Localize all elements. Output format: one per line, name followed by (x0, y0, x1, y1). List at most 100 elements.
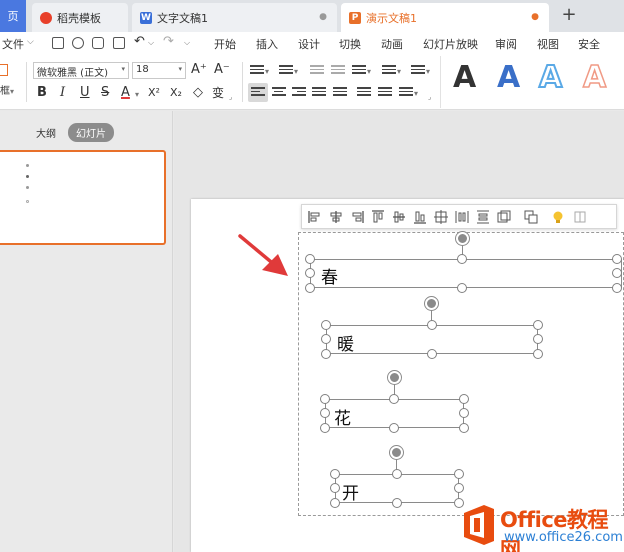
print-icon[interactable] (92, 37, 104, 49)
fit-width-icon[interactable] (497, 210, 511, 224)
wordart-style-4[interactable]: A (582, 59, 607, 96)
text-direction-icon[interactable] (382, 65, 396, 77)
align-right-objects-icon[interactable] (350, 210, 364, 224)
text-box-icon[interactable] (0, 64, 8, 76)
text-direction-dropdown-icon[interactable]: ▾ (397, 64, 401, 80)
align-center-icon[interactable] (272, 87, 286, 99)
save-icon[interactable] (52, 37, 64, 49)
distribute-vertical-icon[interactable] (455, 210, 469, 224)
resize-handle[interactable] (320, 408, 330, 418)
resize-handle[interactable] (320, 394, 330, 404)
tab-docer-templates[interactable]: 稻壳模板 (32, 3, 128, 32)
decrease-indent-icon[interactable] (310, 65, 324, 77)
tab-home[interactable]: 页 (0, 0, 26, 32)
print-preview-icon[interactable] (113, 37, 125, 49)
align-text-dropdown-icon[interactable]: ▾ (426, 64, 430, 80)
align-top-objects-icon[interactable] (371, 210, 385, 224)
menu-transition[interactable]: 切换 (339, 36, 361, 52)
italic-button[interactable]: I (60, 85, 65, 101)
resize-handle[interactable] (459, 423, 469, 433)
bullet-dropdown-icon[interactable]: ▾ (265, 64, 269, 80)
underline-button[interactable]: U (80, 85, 90, 101)
resize-handle[interactable] (330, 469, 340, 479)
grow-font-button[interactable]: A⁺ (191, 62, 207, 78)
font-name-select[interactable]: 微软雅黑 (正文) ▾ (33, 62, 129, 79)
align-left-objects-icon[interactable] (308, 210, 322, 224)
undo-dropdown-icon[interactable]: ⌵ (148, 38, 154, 48)
align-center-objects-icon[interactable] (329, 210, 343, 224)
text-box-label[interactable]: 框 (0, 84, 10, 100)
text-box-dropdown-icon[interactable]: ▾ (10, 84, 14, 100)
resize-handle[interactable] (389, 394, 399, 404)
subscript-button[interactable]: X₂ (170, 85, 182, 101)
resize-handle[interactable] (533, 334, 543, 344)
resize-handle[interactable] (533, 349, 543, 359)
align-text-icon[interactable] (411, 65, 425, 77)
rotate-handle-icon[interactable] (425, 297, 438, 310)
wordart-style-3[interactable]: A (538, 59, 563, 96)
resize-handle[interactable] (459, 394, 469, 404)
font-dialog-launcher-icon[interactable]: ⌟ (229, 89, 232, 105)
columns-icon[interactable] (352, 65, 366, 77)
menu-home[interactable]: 开始 (214, 36, 236, 52)
text-align-vertical-dropdown-icon[interactable]: ▾ (414, 86, 418, 102)
resize-handle[interactable] (457, 254, 467, 264)
numbered-list-icon[interactable] (279, 65, 293, 77)
resize-handle[interactable] (321, 320, 331, 330)
bullet-list-icon[interactable] (250, 65, 264, 77)
wordart-style-1[interactable]: A (453, 60, 476, 95)
resize-handle[interactable] (427, 320, 437, 330)
text-box-spring-text[interactable]: 春 (321, 263, 338, 288)
menu-design[interactable]: 设计 (298, 36, 320, 52)
rotate-handle-icon[interactable] (456, 232, 469, 245)
justify-icon[interactable] (312, 87, 326, 99)
menu-review[interactable]: 审阅 (495, 36, 517, 52)
paragraph-dialog-launcher-icon[interactable]: ⌟ (428, 89, 431, 105)
menu-insert[interactable]: 插入 (256, 36, 278, 52)
tab-presentation[interactable]: P 演示文稿1 ● (341, 3, 549, 32)
resize-handle[interactable] (320, 423, 330, 433)
quick-access-dropdown-icon[interactable]: ⌵ (184, 38, 190, 48)
menu-view[interactable]: 视图 (537, 36, 559, 52)
text-align-vertical-icon[interactable] (399, 87, 413, 99)
phonetic-guide-button[interactable]: 变 (212, 85, 224, 101)
resize-handle[interactable] (321, 334, 331, 344)
more-options-icon[interactable] (573, 210, 587, 224)
strikethrough-button[interactable]: S (101, 85, 109, 101)
tab-writer-doc-close-icon[interactable]: ● (319, 12, 327, 22)
slides-tab[interactable]: 幻灯片 (68, 123, 114, 142)
distribute-icon[interactable] (333, 87, 347, 99)
numbered-dropdown-icon[interactable]: ▾ (294, 64, 298, 80)
increase-indent-icon[interactable] (331, 65, 345, 77)
shrink-font-button[interactable]: A⁻ (214, 62, 230, 78)
align-bottom-objects-icon[interactable] (413, 210, 427, 224)
menu-security[interactable]: 安全 (578, 36, 600, 52)
menu-file[interactable]: 文件 (2, 36, 24, 52)
resize-handle[interactable] (457, 283, 467, 293)
resize-handle[interactable] (454, 469, 464, 479)
bold-button[interactable]: B (37, 85, 47, 101)
resize-handle[interactable] (459, 408, 469, 418)
rotate-handle-icon[interactable] (390, 446, 403, 459)
outline-tab[interactable]: 大纲 (36, 125, 56, 140)
columns-dropdown-icon[interactable]: ▾ (367, 64, 371, 80)
resize-handle[interactable] (612, 268, 622, 278)
resize-handle[interactable] (305, 283, 315, 293)
resize-handle[interactable] (612, 283, 622, 293)
line-spacing-icon[interactable] (357, 87, 371, 99)
text-box-flower-text[interactable]: 花 (334, 404, 351, 429)
wordart-style-2[interactable]: A (497, 60, 520, 95)
resize-handle[interactable] (305, 254, 315, 264)
resize-handle[interactable] (427, 349, 437, 359)
resize-handle[interactable] (392, 498, 402, 508)
rotate-handle-icon[interactable] (388, 371, 401, 384)
align-middle-objects-icon[interactable] (392, 210, 406, 224)
resize-handle[interactable] (321, 349, 331, 359)
file-dropdown-icon[interactable]: ⌵ (27, 37, 34, 47)
menu-animation[interactable]: 动画 (381, 36, 403, 52)
resize-handle[interactable] (330, 498, 340, 508)
resize-handle[interactable] (612, 254, 622, 264)
font-size-select[interactable]: 18 ▾ (132, 62, 186, 79)
text-box-bloom-text[interactable]: 开 (342, 479, 359, 504)
format-painter-icon[interactable] (72, 37, 84, 49)
